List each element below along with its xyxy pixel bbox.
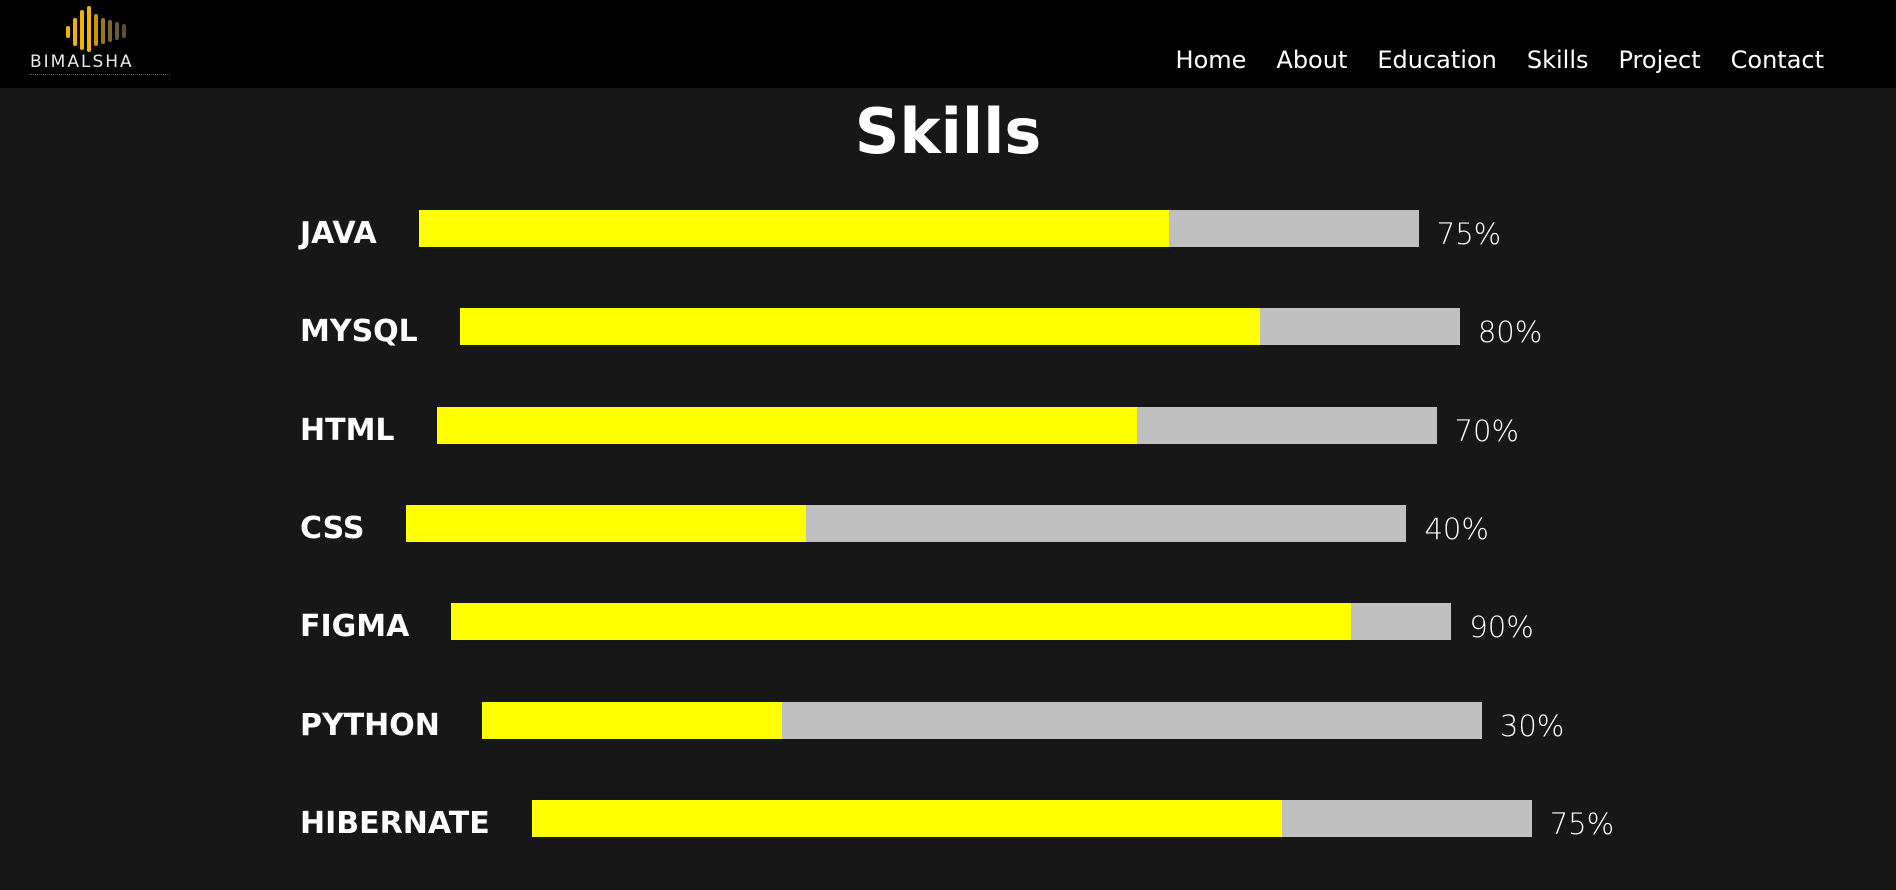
skill-name: PYTHON	[300, 708, 440, 743]
nav-contact-link[interactable]: Contact	[1731, 46, 1824, 74]
skill-progress-fill	[531, 799, 1282, 837]
page-title: Skills	[854, 95, 1042, 168]
skill-row-python: PYTHON 30%	[300, 701, 1564, 743]
skill-percent: 70%	[1454, 414, 1520, 448]
skill-row-hibernate: HIBERNATE 75%	[300, 799, 1614, 841]
nav-about-link[interactable]: About	[1276, 46, 1347, 74]
brand-name: BIMALSHA	[30, 52, 134, 72]
site-header: BIMALSHA Home About Education Skills Pro…	[0, 0, 1896, 88]
skill-progress-bar	[481, 701, 1482, 739]
skill-progress-bar	[406, 504, 1407, 542]
skill-percent: 40%	[1424, 512, 1489, 546]
skill-row-css: CSS 40%	[300, 504, 1489, 546]
skill-progress-bar	[418, 209, 1419, 247]
skill-row-figma: FIGMA 90%	[300, 602, 1534, 644]
skill-progress-fill	[418, 209, 1169, 247]
skill-progress-fill	[436, 406, 1137, 444]
skill-name: FIGMA	[300, 609, 410, 644]
skill-progress-fill	[406, 504, 807, 542]
skill-name: MYSQL	[300, 314, 418, 349]
skill-row-mysql: MYSQL 80%	[300, 307, 1542, 349]
skill-row-html: HTML 70%	[300, 406, 1519, 448]
skill-name: CSS	[300, 511, 365, 546]
skill-percent: 75%	[1436, 217, 1502, 251]
skill-percent: 80%	[1477, 315, 1543, 349]
nav-home-link[interactable]: Home	[1176, 46, 1247, 74]
brand-tagline-divider	[30, 74, 170, 78]
skill-row-java: JAVA 75%	[300, 209, 1501, 251]
skill-percent: 75%	[1549, 807, 1615, 841]
nav-project-link[interactable]: Project	[1619, 46, 1701, 74]
nav-education-link[interactable]: Education	[1377, 46, 1496, 74]
soundwave-logo-icon	[66, 6, 126, 52]
skill-name: JAVA	[300, 216, 377, 251]
skill-progress-bar	[436, 406, 1437, 444]
nav-skills-link[interactable]: Skills	[1527, 46, 1589, 74]
skill-progress-fill	[481, 701, 782, 739]
brand-logo[interactable]: BIMALSHA	[30, 4, 170, 82]
skill-progress-bar	[531, 799, 1532, 837]
skill-name: HTML	[300, 413, 395, 448]
skill-name: HIBERNATE	[300, 806, 490, 841]
main-nav: Home About Education Skills Project Cont…	[1176, 42, 1824, 78]
skill-progress-fill	[451, 602, 1352, 640]
skill-progress-bar	[451, 602, 1452, 640]
skill-percent: 90%	[1469, 610, 1534, 644]
skill-percent: 30%	[1499, 709, 1565, 743]
skill-progress-bar	[459, 307, 1460, 345]
skill-progress-fill	[459, 307, 1260, 345]
